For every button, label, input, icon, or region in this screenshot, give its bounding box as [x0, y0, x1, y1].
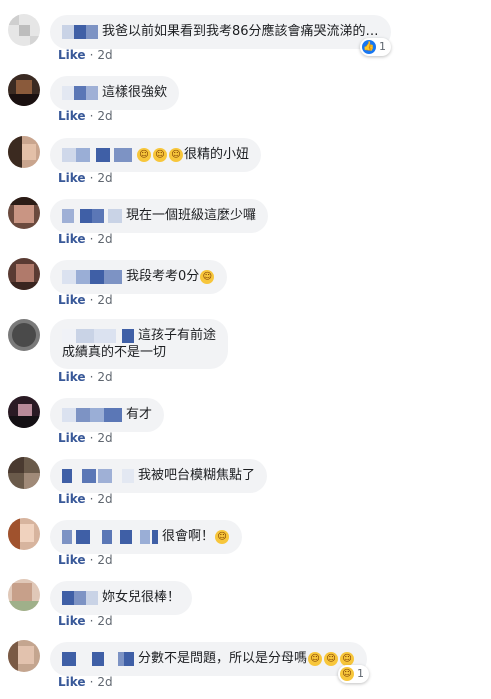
commenter-name[interactable] [62, 407, 122, 422]
comment-bubble: 這孩子有前途 成績真的不是一切 [50, 319, 229, 369]
thumbs-up-icon: 👍 [362, 40, 376, 54]
comment-meta: Like · 2d [58, 492, 113, 506]
comment-text: 有才 [126, 407, 153, 422]
commenter-name[interactable] [62, 529, 158, 544]
avatar[interactable] [8, 74, 40, 106]
comment-meta: Like · 2d [58, 232, 113, 246]
comment-bubble: 我被吧台模糊焦點了 [50, 459, 268, 493]
like-link[interactable]: Like [58, 614, 86, 628]
comment-meta: Like · 2d [58, 553, 113, 567]
avatar[interactable] [8, 396, 40, 428]
comment-meta: Like · 2d [58, 431, 113, 445]
comment-bubble: 分數不是問題，所以是分母嗎 ☺ ☺ ☺ [50, 642, 368, 676]
reaction-badge[interactable]: 👍 1 [360, 38, 391, 56]
timestamp[interactable]: 2d [97, 293, 112, 307]
comment-text: 我段考考0分 [126, 269, 200, 284]
comment-text: 我被吧台模糊焦點了 [138, 468, 256, 483]
comment-text: 這孩子有前途 [138, 328, 217, 343]
laughing-emoji-icon: ☺ [340, 651, 355, 666]
comment-text: 這樣很強欸 [102, 85, 168, 100]
commenter-name[interactable] [62, 269, 122, 284]
like-link[interactable]: Like [58, 370, 86, 384]
comment-bubble: 妳女兒很棒！ [50, 581, 193, 615]
like-link[interactable]: Like [58, 109, 86, 123]
comment-bubble: 現在一個班級這麼少囉 [50, 199, 269, 233]
comment-meta: Like · 2d [58, 370, 113, 384]
like-link[interactable]: Like [58, 431, 86, 445]
timestamp[interactable]: 2d [97, 675, 112, 689]
comment-bubble: ☺ ☺ ☺ 很精的小妞 [50, 138, 262, 172]
avatar[interactable] [8, 579, 40, 611]
commenter-name[interactable] [62, 468, 134, 483]
timestamp[interactable]: 2d [97, 109, 112, 123]
laughing-emoji-icon: ☺ [137, 147, 151, 162]
laughing-emoji-icon: ☺ [169, 147, 183, 162]
comment-bubble: 很會啊！ ☺ [50, 520, 243, 554]
laughing-emoji-icon: ☺ [215, 529, 230, 544]
like-link[interactable]: Like [58, 675, 86, 689]
commenter-name[interactable] [62, 590, 98, 605]
comment-text: 現在一個班級這麼少囉 [126, 208, 257, 223]
comment-meta: Like · 2d [58, 171, 113, 185]
timestamp[interactable]: 2d [97, 431, 112, 445]
laughing-emoji-icon: ☺ [308, 651, 323, 666]
laughing-emoji-icon: ☺ [153, 147, 167, 162]
comment-text: 成績真的不是一切 [62, 345, 167, 360]
avatar[interactable] [8, 518, 40, 550]
timestamp[interactable]: 2d [97, 614, 112, 628]
laughing-emoji-icon: ☺ [340, 667, 354, 681]
commenter-name[interactable] [62, 651, 134, 666]
comment-meta: Like · 2d [58, 293, 113, 307]
like-link[interactable]: Like [58, 232, 86, 246]
comment-text: 很會啊！ [162, 529, 215, 544]
comment-bubble: 我爸以前如果看到我考86分應該會痛哭流涕的… [50, 15, 391, 49]
comment-meta: Like · 2d [58, 675, 113, 689]
avatar[interactable] [8, 319, 40, 351]
timestamp[interactable]: 2d [97, 370, 112, 384]
commenter-name[interactable] [62, 147, 132, 162]
commenter-name[interactable] [62, 85, 98, 100]
commenter-name[interactable] [62, 208, 122, 223]
like-link[interactable]: Like [58, 492, 86, 506]
reaction-badge[interactable]: ☺ 1 [338, 665, 369, 683]
timestamp[interactable]: 2d [97, 171, 112, 185]
avatar[interactable] [8, 640, 40, 672]
comment-bubble: 有才 [50, 398, 165, 432]
timestamp[interactable]: 2d [97, 232, 112, 246]
avatar[interactable] [8, 457, 40, 489]
comment-text: 我爸以前如果看到我考86分應該會痛哭流涕的… [102, 24, 379, 39]
comment-bubble: 這樣很強欸 [50, 76, 180, 110]
avatar[interactable] [8, 14, 40, 46]
comment-text: 妳女兒很棒！ [102, 590, 181, 605]
timestamp[interactable]: 2d [97, 48, 112, 62]
comment-meta: Like · 2d [58, 48, 113, 62]
commenter-name[interactable] [62, 24, 98, 39]
like-link[interactable]: Like [58, 553, 86, 567]
commenter-name[interactable] [62, 328, 134, 343]
like-link[interactable]: Like [58, 171, 86, 185]
comment-meta: Like · 2d [58, 109, 113, 123]
avatar[interactable] [8, 258, 40, 290]
comment-text: 分數不是問題，所以是分母嗎 [138, 651, 308, 666]
avatar[interactable] [8, 197, 40, 229]
laughing-emoji-icon: ☺ [200, 269, 215, 284]
timestamp[interactable]: 2d [97, 553, 112, 567]
avatar[interactable] [8, 136, 40, 168]
comment-bubble: 我段考考0分 ☺ [50, 260, 228, 294]
laughing-emoji-icon: ☺ [324, 651, 339, 666]
like-link[interactable]: Like [58, 293, 86, 307]
comment-text: 很精的小妞 [184, 147, 250, 162]
timestamp[interactable]: 2d [97, 492, 112, 506]
like-link[interactable]: Like [58, 48, 86, 62]
comment-meta: Like · 2d [58, 614, 113, 628]
